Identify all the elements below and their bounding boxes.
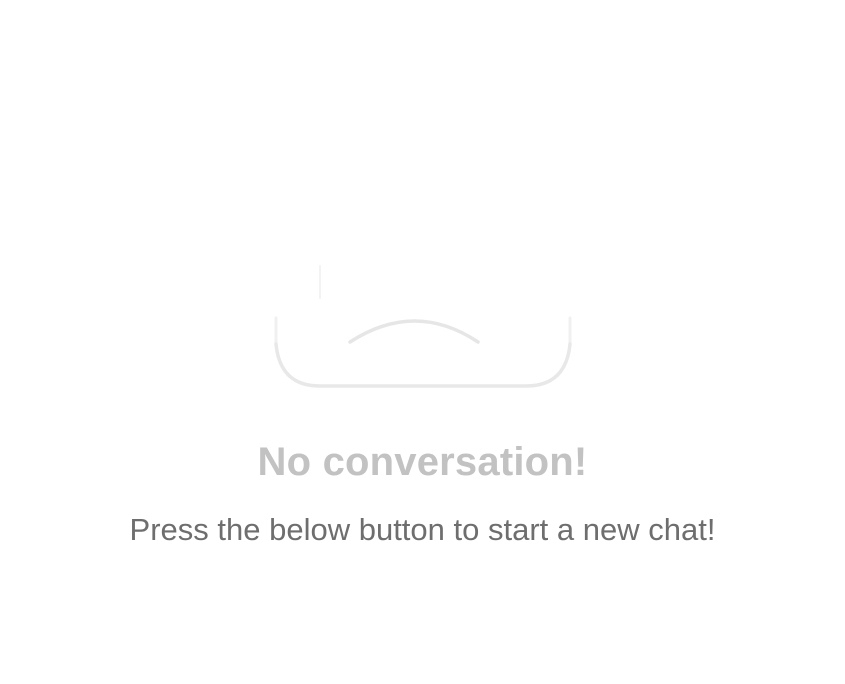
empty-state-title: No conversation! bbox=[257, 440, 588, 484]
empty-tray-icon bbox=[268, 258, 578, 398]
empty-conversation-screen: No conversation! Press the below button … bbox=[0, 0, 845, 684]
empty-state-subtitle: Press the below button to start a new ch… bbox=[129, 512, 716, 547]
